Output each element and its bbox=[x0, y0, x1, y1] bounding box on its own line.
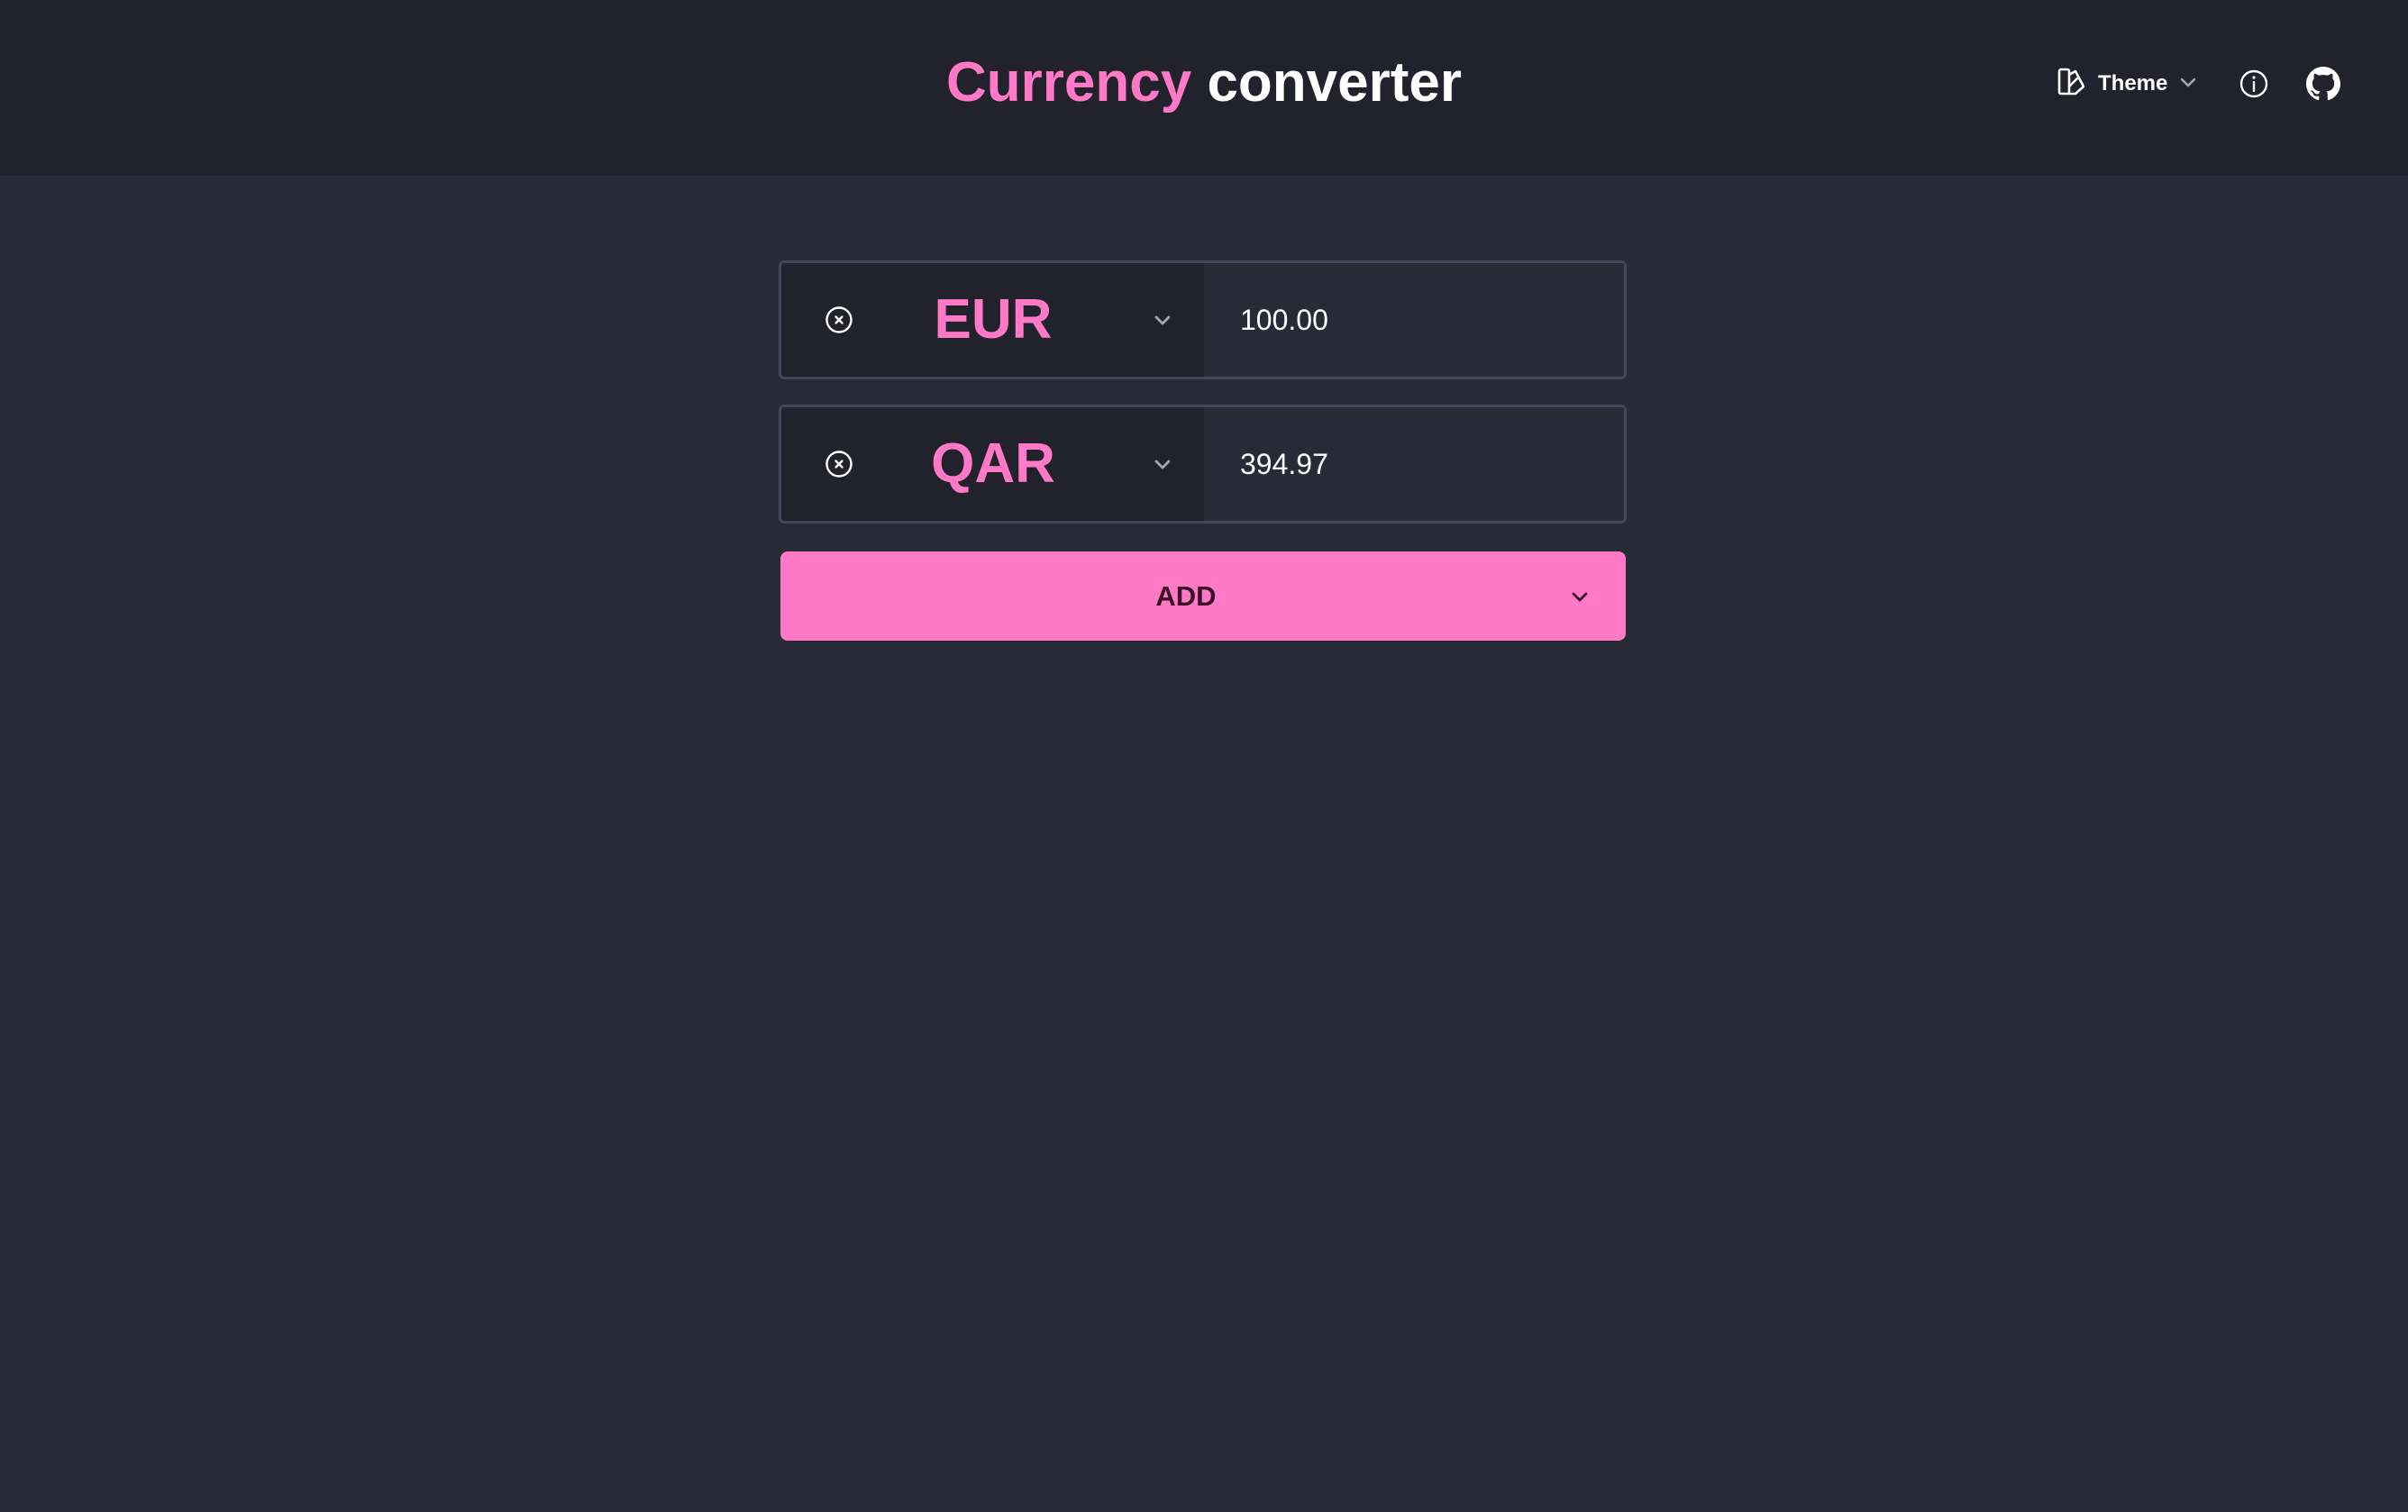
currency-row: QAR bbox=[779, 405, 1627, 524]
currency-selector: QAR bbox=[781, 407, 1204, 521]
add-currency-button[interactable]: ADD bbox=[780, 551, 1626, 641]
add-button-label: ADD bbox=[1155, 580, 1217, 612]
chevron-down-icon[interactable] bbox=[1151, 308, 1174, 332]
theme-label: Theme bbox=[2098, 71, 2168, 96]
github-icon[interactable] bbox=[2306, 67, 2340, 101]
chevron-down-icon[interactable] bbox=[1568, 585, 1592, 608]
app-title-accent: Currency bbox=[945, 51, 1192, 114]
currency-row: EUR bbox=[779, 260, 1627, 379]
app-title-rest: converter bbox=[1207, 51, 1463, 114]
close-circle-icon[interactable] bbox=[825, 305, 853, 334]
amount-input[interactable] bbox=[1204, 407, 1624, 521]
currency-selector: EUR bbox=[781, 263, 1204, 377]
chevron-down-icon[interactable] bbox=[1151, 452, 1174, 476]
chevron-down-icon bbox=[2178, 72, 2198, 96]
theme-dropdown-button[interactable]: Theme bbox=[2057, 59, 2198, 108]
currency-code[interactable]: EUR bbox=[880, 263, 1106, 377]
app-title: Currency converter bbox=[0, 47, 2408, 119]
app-header: Currency converter Theme bbox=[0, 0, 2408, 176]
info-icon[interactable] bbox=[2239, 68, 2269, 99]
close-circle-icon[interactable] bbox=[825, 450, 853, 478]
currency-code[interactable]: QAR bbox=[880, 407, 1106, 521]
palette-icon bbox=[2057, 67, 2087, 102]
amount-input[interactable] bbox=[1204, 263, 1624, 377]
